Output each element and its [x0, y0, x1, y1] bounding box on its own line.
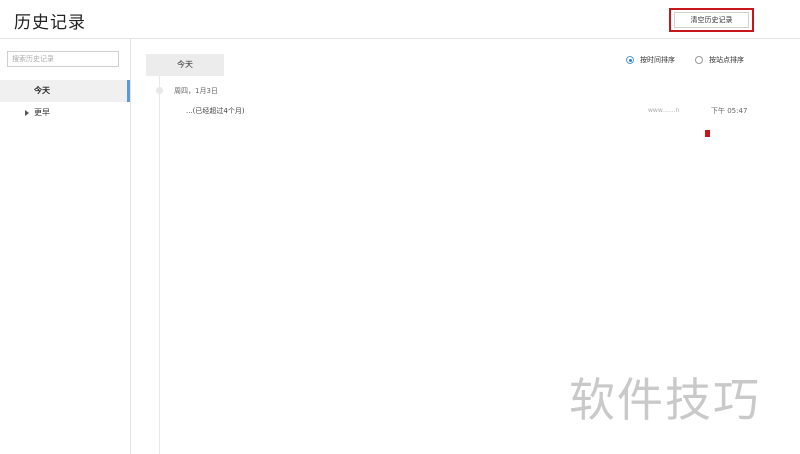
header: 历史记录 清空历史记录: [0, 0, 800, 39]
sidebar-item-today[interactable]: 今天: [0, 80, 130, 102]
sidebar-item-label: 更早: [34, 108, 50, 117]
radio-checked-icon[interactable]: [626, 56, 634, 64]
clear-history-button[interactable]: 清空历史记录: [674, 12, 749, 28]
sort-by-time-label: 按时间排序: [640, 56, 675, 64]
sidebar: 今天 更早: [0, 39, 131, 454]
clear-history-highlight-box: 清空历史记录: [669, 8, 754, 32]
date-label: 周四，1月3日: [174, 87, 218, 95]
history-list-item[interactable]: ...(已经超过4个月) www.......n 下午 05:47: [186, 104, 752, 120]
tab-today[interactable]: 今天: [146, 54, 224, 76]
history-item-time: 下午 05:47: [711, 107, 748, 115]
search-history-input[interactable]: [7, 51, 119, 67]
history-item-domain: www.......n: [648, 107, 680, 114]
timeline-dot: [156, 87, 163, 94]
page-title: 历史记录: [14, 13, 86, 33]
timeline-line: [159, 76, 160, 454]
watermark-text: 软件技巧: [569, 373, 761, 427]
radio-unchecked-icon[interactable]: [695, 56, 703, 64]
sort-by-site-label: 按站点排序: [709, 56, 744, 64]
expand-arrow-icon[interactable]: [25, 110, 29, 116]
red-marker: [705, 130, 710, 137]
history-item-title[interactable]: ...(已经超过4个月): [186, 106, 245, 116]
sidebar-item-label: 今天: [34, 86, 50, 95]
sidebar-item-earlier[interactable]: 更早: [0, 105, 130, 121]
